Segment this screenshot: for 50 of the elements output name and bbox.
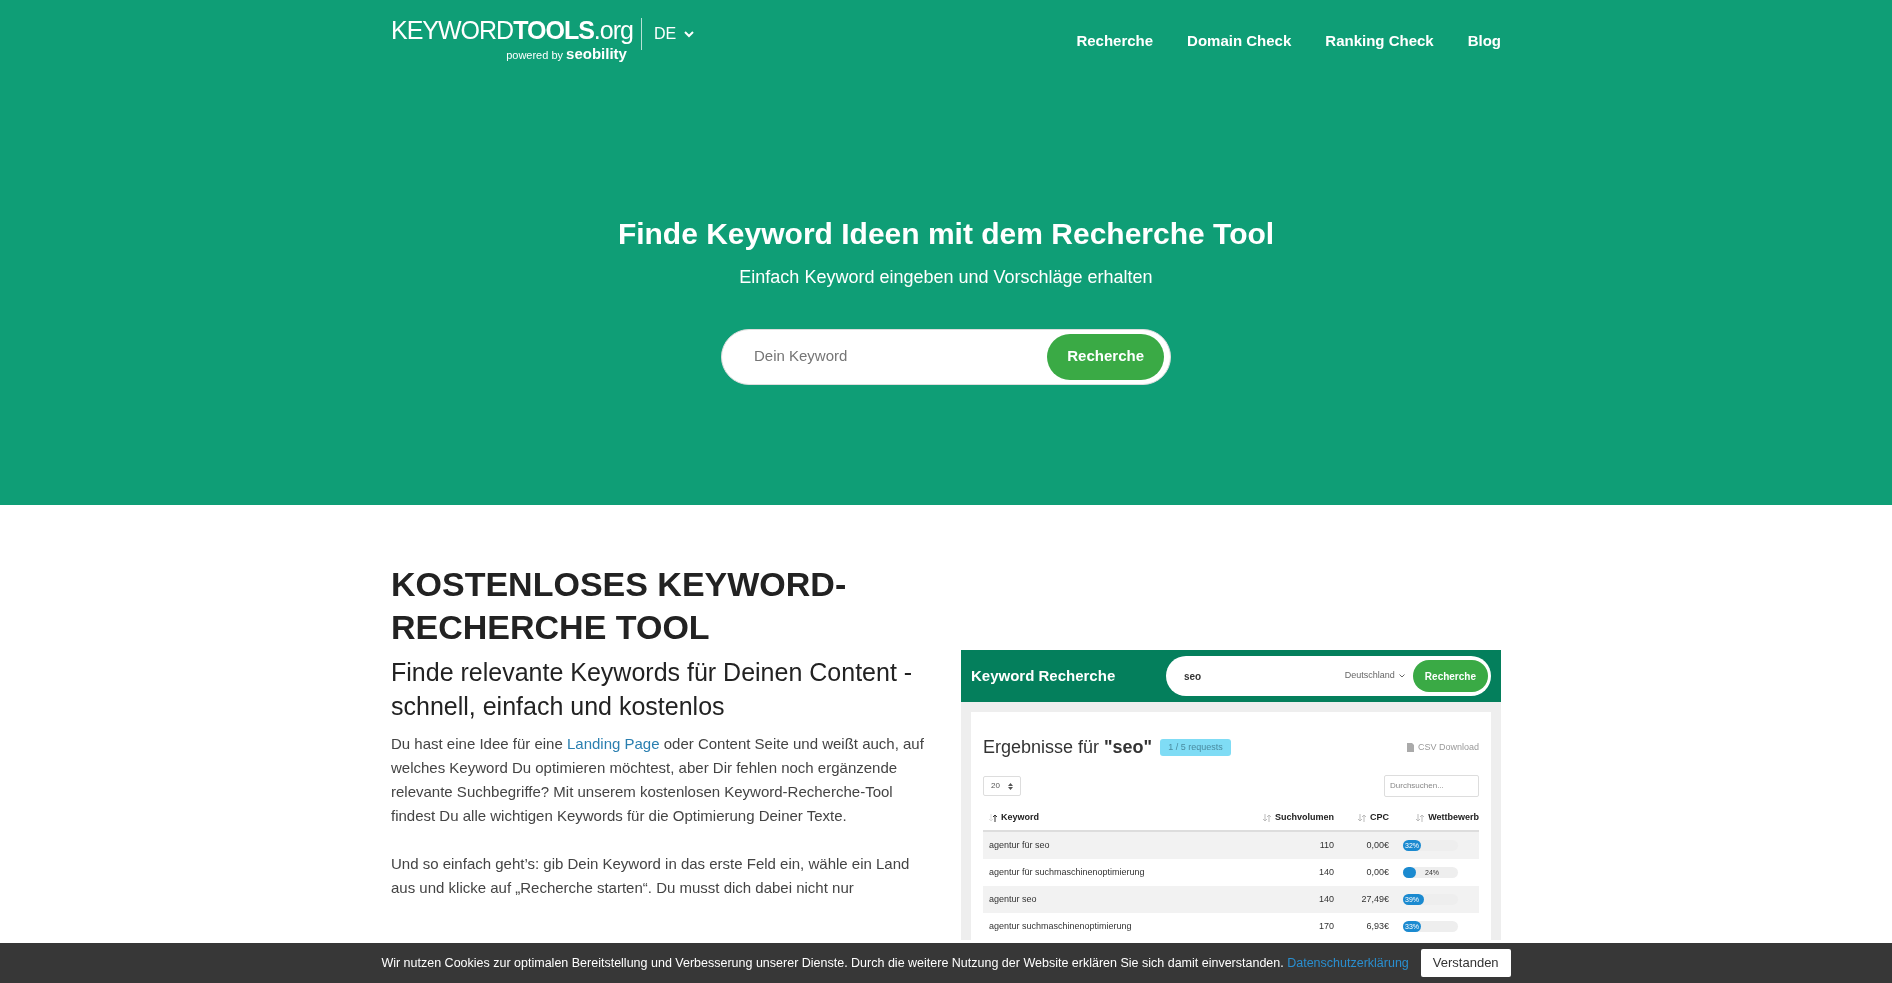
column-header[interactable]: CPC	[1370, 810, 1389, 825]
accept-button[interactable]: Verstanden	[1420, 949, 1511, 977]
paragraph: Du hast eine Idee für eine Landing Page oder Content Seite und weißt auch, auf welches Keyword Du optimieren möchtest, aber Dir fehlen noch ergänzende relevante Suchbegriffe? Mit unserem kostenlosen Keyword-Recherche-Tool findest Du alle wichtigen Keywords für die Optimierung Deiner Texte.	[391, 733, 925, 826]
table-cell-text: 0,00€	[1365, 865, 1389, 879]
search-button[interactable]: Recherche	[1047, 333, 1164, 380]
search-value: seo	[1184, 669, 1203, 684]
chevron-down-icon	[684, 30, 695, 38]
country-dropdown[interactable]: Deutschland	[1344, 669, 1405, 683]
hero-title: Finde Keyword Ideen mit dem Recherche Tool	[616, 215, 1276, 252]
powered-by-text: powered by seobility	[505, 44, 627, 64]
table-cell-text: agentur seo	[988, 892, 1038, 906]
cookie-notice: Wir nutzen Cookies zur optimalen Bereitstellung und Verbesserung unserer Dienste. Durch die weitere Nutzung der Website erklären Sie sich damit einverstanden. Datenschutzerklärung	[381, 954, 1409, 972]
results-title: Ergebnisse für "seo"	[983, 736, 1153, 759]
requests-badge: 1 / 5 requests	[1160, 738, 1231, 757]
section-subheading: Finde relevante Keywords für Deinen Content - schnell, einfach und kostenlos	[391, 657, 914, 722]
page-size-select[interactable]: 20	[983, 776, 1021, 796]
chevron-down-icon	[1398, 674, 1405, 678]
nav-link[interactable]: Ranking Check	[1325, 30, 1434, 53]
nav-link[interactable]: Recherche	[1076, 30, 1154, 53]
section-heading: KOSTENLOSES KEYWORD-RECHERCHE TOOL	[391, 564, 848, 648]
sort-icon	[1007, 782, 1013, 790]
table-cell-text: 6,93€	[1365, 919, 1389, 933]
language-dropdown[interactable]: DE	[640, 18, 695, 50]
logo[interactable]: KEYWORDTOOLS.org	[391, 18, 633, 43]
paragraph: Und so einfach geht’s: gib Dein Keyword in das erste Feld ein, wähle ein Land aus und klicke auf „Recherche starten“. Du musst dich dabei nicht nur	[391, 853, 911, 898]
column-header[interactable]: Suchvolumen	[1275, 810, 1334, 825]
keyword-search-field[interactable]: Dein Keyword Recherche	[721, 328, 1171, 385]
csv-download-link[interactable]: CSV Download	[1406, 740, 1479, 755]
hero-subtitle: Einfach Keyword eingeben und Vorschläge erhalten	[738, 265, 1154, 289]
text-link[interactable]: Landing Page	[566, 734, 660, 752]
filter-field[interactable]: Durchsuchen...	[1384, 775, 1479, 797]
search-button[interactable]: Recherche	[1412, 660, 1488, 692]
privacy-link[interactable]: Datenschutzerklärung	[1287, 955, 1409, 970]
table-cell-text: 27,49€	[1360, 892, 1389, 906]
table-cell-text: 170	[1317, 919, 1334, 933]
table-cell-text: 0,00€	[1365, 838, 1389, 852]
table-cell-text: agentur für seo	[988, 838, 1051, 852]
document-icon	[1406, 743, 1414, 752]
table-cell-text: 110	[1318, 838, 1334, 852]
tool-title: Keyword Recherche	[971, 665, 1116, 686]
keyword-search-field[interactable]: seo Deutschland Recherche	[1166, 656, 1491, 696]
sort-icon[interactable]	[989, 813, 997, 822]
column-header[interactable]: Wettbewerb	[1428, 810, 1479, 825]
column-header[interactable]: Keyword	[1001, 810, 1039, 825]
table-cell-text: agentur suchmaschinenoptimierung	[988, 919, 1133, 933]
nav-link[interactable]: Domain Check	[1187, 30, 1292, 53]
table-cell-text: agentur für suchmaschinenoptimierung	[988, 865, 1146, 879]
nav-link[interactable]: Blog	[1467, 30, 1501, 53]
table-cell-text: 140	[1317, 892, 1334, 906]
table-cell-text: 140	[1317, 865, 1334, 879]
